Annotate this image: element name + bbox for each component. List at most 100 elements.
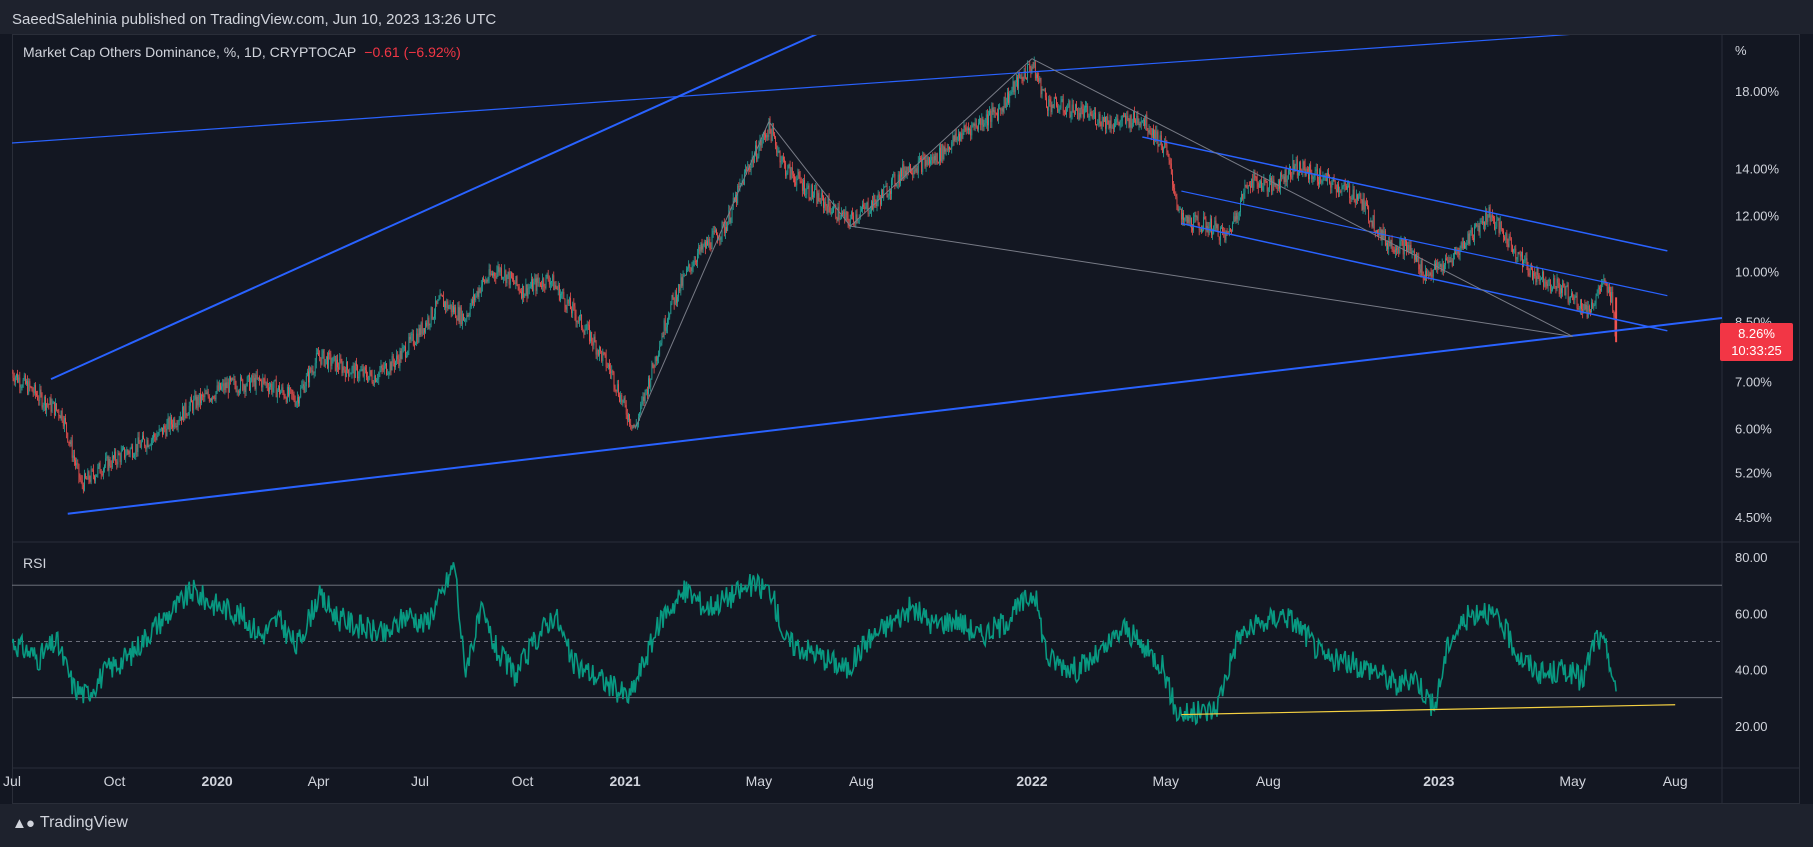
candle bbox=[463, 313, 464, 321]
candle-body bbox=[361, 368, 363, 371]
candle-body bbox=[1402, 240, 1404, 255]
candle bbox=[119, 452, 121, 468]
candle bbox=[410, 331, 412, 343]
candle bbox=[1179, 206, 1181, 211]
candle bbox=[935, 152, 937, 165]
chart-canvas[interactable]: %18.00%14.00%12.00%10.00%8.50%7.00%6.00%… bbox=[0, 0, 1813, 847]
candle bbox=[813, 191, 814, 204]
candle-body bbox=[59, 415, 61, 419]
candle bbox=[1476, 223, 1478, 228]
candle bbox=[55, 398, 56, 417]
candle bbox=[110, 460, 112, 472]
candle bbox=[547, 269, 549, 282]
candle-body bbox=[1062, 99, 1064, 111]
candle bbox=[448, 304, 450, 310]
time-axis-tick: 2022 bbox=[1016, 773, 1047, 789]
candle bbox=[1488, 204, 1490, 218]
tradingview-logo[interactable]: ▲● TradingView bbox=[12, 814, 128, 832]
candle-body bbox=[915, 168, 917, 171]
candle bbox=[1017, 74, 1018, 91]
candle-body bbox=[458, 307, 460, 323]
candle-body bbox=[487, 280, 489, 282]
candle bbox=[944, 142, 946, 155]
candle bbox=[580, 309, 581, 321]
candle bbox=[732, 192, 734, 210]
candle-body bbox=[641, 401, 643, 405]
candle-body bbox=[1175, 194, 1177, 197]
candle-body bbox=[1359, 193, 1361, 197]
candle bbox=[1606, 282, 1608, 296]
candle bbox=[643, 392, 645, 407]
time-axis-tick: Aug bbox=[1256, 773, 1281, 789]
candle bbox=[282, 383, 284, 396]
candle-body bbox=[1031, 66, 1033, 72]
candle bbox=[402, 344, 404, 353]
candle-body bbox=[337, 359, 338, 368]
candle-body bbox=[1358, 196, 1359, 200]
candle bbox=[446, 298, 448, 313]
candle-body bbox=[898, 174, 900, 184]
candle bbox=[1012, 77, 1014, 95]
candle-body bbox=[225, 382, 227, 389]
candle bbox=[415, 341, 416, 346]
candle-body bbox=[1462, 241, 1464, 249]
candle-body bbox=[321, 353, 323, 365]
candle bbox=[670, 301, 672, 315]
candle-body bbox=[557, 285, 559, 290]
candle bbox=[1489, 204, 1491, 226]
candle bbox=[50, 394, 52, 416]
candle-body bbox=[202, 394, 204, 396]
candle bbox=[1054, 93, 1056, 99]
candle bbox=[678, 283, 680, 302]
candle-body bbox=[1097, 123, 1099, 125]
candle-body bbox=[171, 417, 172, 425]
candle bbox=[1518, 251, 1520, 255]
candle-body bbox=[261, 380, 263, 388]
candle bbox=[1338, 180, 1339, 198]
candle-body bbox=[726, 227, 727, 231]
candle-body bbox=[1012, 81, 1014, 91]
candle-body bbox=[123, 447, 124, 449]
candle-body bbox=[560, 294, 561, 301]
candle bbox=[82, 482, 84, 494]
candle-body bbox=[447, 301, 449, 309]
candle bbox=[784, 156, 785, 169]
candle-body bbox=[1350, 197, 1352, 199]
candle-body bbox=[1034, 62, 1036, 79]
candle-body bbox=[1019, 74, 1021, 79]
candle-body bbox=[1148, 130, 1150, 133]
candle-body bbox=[1251, 179, 1252, 188]
candle bbox=[380, 359, 382, 373]
candle-body bbox=[1524, 260, 1526, 261]
candle-body bbox=[1500, 221, 1502, 230]
candle-body bbox=[70, 440, 72, 444]
candle-body bbox=[21, 386, 23, 388]
candle bbox=[931, 154, 933, 166]
candle bbox=[227, 378, 229, 399]
candle bbox=[1075, 103, 1076, 115]
candle-body bbox=[595, 341, 597, 355]
candle bbox=[1499, 216, 1501, 235]
candle-body bbox=[1271, 178, 1273, 192]
candle-body bbox=[20, 387, 22, 388]
candle-body bbox=[1088, 115, 1090, 118]
candle-body bbox=[1545, 281, 1547, 284]
candle bbox=[1248, 181, 1250, 187]
candle bbox=[330, 350, 332, 373]
candle-body bbox=[264, 379, 266, 383]
candle bbox=[916, 165, 918, 175]
candle-body bbox=[175, 425, 177, 427]
candle bbox=[874, 194, 876, 208]
candle-body bbox=[914, 170, 916, 172]
candle-body bbox=[1357, 194, 1358, 200]
candle-body bbox=[1282, 176, 1284, 178]
candle-body bbox=[360, 370, 362, 372]
candle-body bbox=[1450, 260, 1452, 262]
candle-body bbox=[794, 176, 795, 183]
candle-body bbox=[142, 435, 143, 442]
candle bbox=[69, 439, 71, 448]
candle-body bbox=[1525, 258, 1527, 261]
candle bbox=[296, 391, 298, 408]
candle bbox=[716, 228, 717, 236]
candle-body bbox=[313, 372, 315, 374]
